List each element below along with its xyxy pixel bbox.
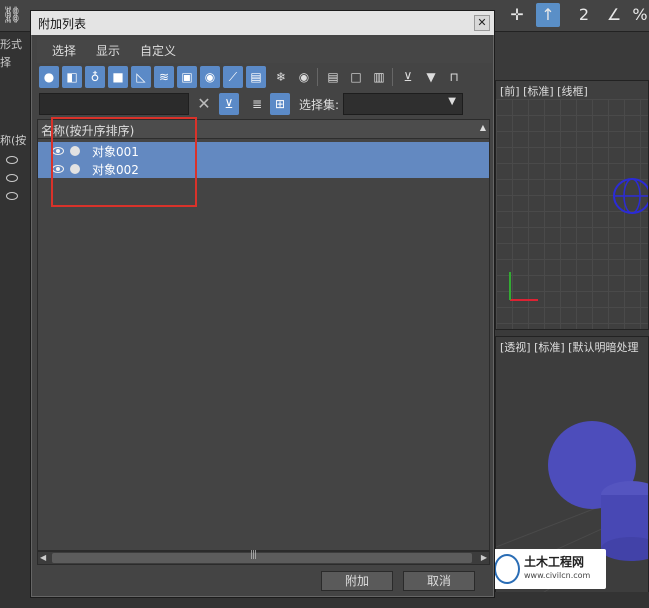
clear-search-icon[interactable]: ✕	[195, 93, 213, 115]
containers-icon[interactable]: ▤	[246, 66, 266, 88]
invert-icon[interactable]: ▥	[369, 66, 389, 88]
left-panel-text-2: 择	[0, 56, 11, 69]
dialog-titlebar[interactable]: 附加列表 ✕	[31, 11, 494, 35]
filter-toolbar: ● ◧ ♁ ■ ◺ ≋ ▣ ◉ ⟋ ▤ ❄ ◉ ▤ □ ▥ ⊻ ▼ ⊓	[37, 66, 492, 90]
filter-icon[interactable]: ⊻	[398, 66, 418, 88]
spacewarps-icon[interactable]: ≋	[154, 66, 174, 88]
eye-icon[interactable]	[6, 192, 18, 200]
menu-bar: 选择 显示 自定义	[37, 37, 492, 63]
display-all-icon[interactable]: ▤	[323, 66, 343, 88]
bones-icon[interactable]: ⟋	[223, 66, 243, 88]
toolbar-separator	[392, 68, 393, 86]
groups-icon[interactable]: ▣	[177, 66, 197, 88]
eye-icon[interactable]	[6, 174, 18, 182]
cameras-icon[interactable]: ■	[108, 66, 128, 88]
search-toolbar: ✕ ⊻ ≣ ⊞ 选择集: ▼	[37, 93, 492, 115]
layer-icon[interactable]: ⊓	[444, 66, 464, 88]
scroll-grip-icon: |||	[250, 550, 257, 560]
attach-list-dialog: 附加列表 ✕ 选择 显示 自定义 ● ◧ ♁ ■ ◺ ≋ ▣ ◉ ⟋ ▤ ❄ ◉…	[30, 10, 495, 598]
scroll-right-icon[interactable]: ▶	[481, 553, 487, 562]
highlight-annotation	[51, 117, 197, 207]
lights-icon[interactable]: ♁	[85, 66, 105, 88]
menu-customize[interactable]: 自定义	[140, 42, 176, 59]
scene-explorer-panel: 形式 择 称(按	[0, 32, 30, 592]
viewport-front[interactable]: [前] [标准] [线框]	[495, 80, 649, 330]
angle-snap-icon[interactable]: ∠	[602, 3, 626, 27]
left-panel-text-3: 称(按	[0, 134, 27, 147]
filter-active-icon[interactable]: ⊻	[219, 93, 239, 115]
hidden-icon[interactable]: ◉	[294, 66, 314, 88]
cancel-button[interactable]: 取消	[403, 571, 475, 591]
toolbar-separator	[317, 68, 318, 86]
horizontal-scrollbar[interactable]: ◀ ||| ▶	[37, 550, 490, 565]
watermark-logo: 土木工程网 www.civilcn.com	[488, 549, 606, 589]
link-icon[interactable]: ⛓	[0, 3, 24, 27]
left-panel-text-1: 形式	[0, 38, 22, 51]
watermark-title: 土木工程网	[524, 555, 585, 569]
logo-icon	[494, 554, 520, 584]
menu-select[interactable]: 选择	[52, 42, 76, 59]
snap-2-5-icon[interactable]: 2	[572, 3, 596, 27]
chevron-down-icon: ▼	[448, 96, 456, 107]
move-icon[interactable]: ✛	[505, 3, 529, 27]
scroll-thumb[interactable]: |||	[52, 550, 472, 563]
xrefs-icon[interactable]: ◉	[200, 66, 220, 88]
axis-gizmo-icon	[509, 272, 538, 301]
selection-set-dropdown[interactable]: ▼	[343, 93, 463, 115]
selection-set-label: 选择集:	[299, 98, 340, 112]
display-none-icon[interactable]: □	[346, 66, 366, 88]
select-icon[interactable]: ↑	[536, 3, 560, 27]
viewport-label[interactable]: [前] [标准] [线框]	[500, 83, 588, 99]
scroll-left-icon[interactable]: ◀	[40, 553, 46, 562]
frozen-icon[interactable]: ❄	[271, 66, 291, 88]
hierarchy-icon[interactable]: ⊞	[270, 93, 290, 115]
geometry-icon[interactable]: ◧	[62, 66, 82, 88]
watermark-url: www.civilcn.com	[524, 571, 591, 580]
helpers-icon[interactable]: ◺	[131, 66, 151, 88]
search-input[interactable]	[39, 93, 189, 115]
funnel-icon[interactable]: ▼	[421, 66, 441, 88]
close-button[interactable]: ✕	[474, 15, 490, 31]
attach-button[interactable]: 附加	[321, 571, 393, 591]
layers-icon[interactable]: ≣	[247, 93, 267, 115]
percent-snap-icon[interactable]: %	[628, 3, 649, 27]
sort-ascending-icon: ▲	[479, 123, 486, 132]
eye-icon[interactable]	[6, 156, 18, 164]
menu-display[interactable]: 显示	[96, 42, 120, 59]
viewport-label[interactable]: [透视] [标准] [默认明暗处理	[500, 339, 638, 355]
dialog-title: 附加列表	[38, 17, 87, 31]
all-objects-icon[interactable]: ●	[39, 66, 59, 88]
wire-sphere-icon	[613, 178, 648, 214]
